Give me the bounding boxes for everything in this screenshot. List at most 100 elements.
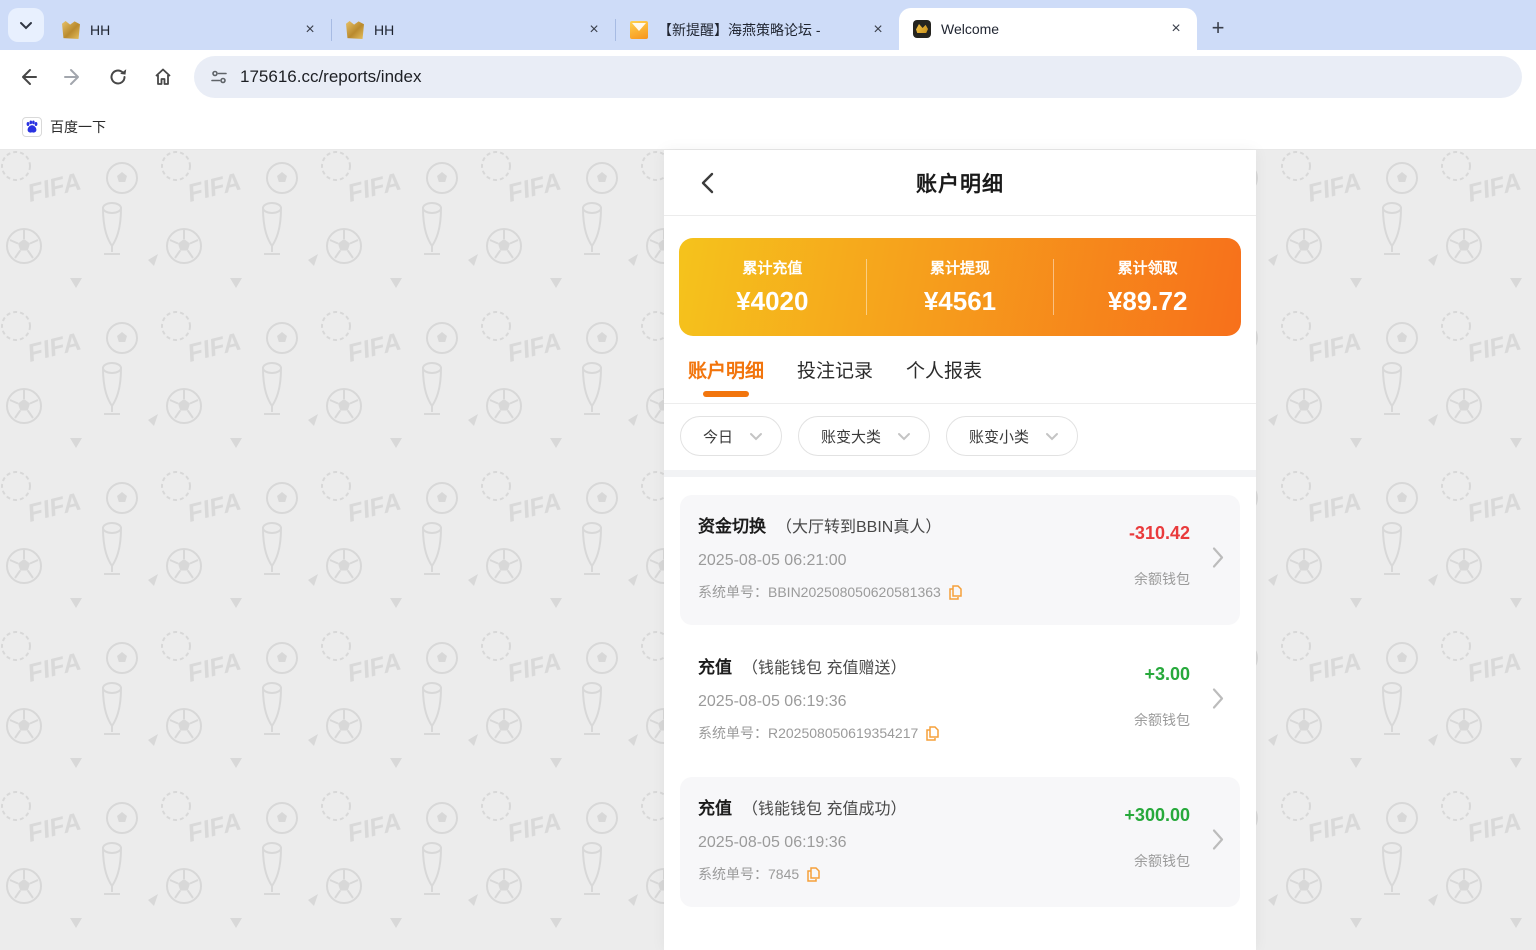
summary-label: 累计充值 bbox=[742, 257, 802, 278]
filter-label: 账变大类 bbox=[821, 426, 881, 447]
summary-value: ¥89.72 bbox=[1108, 286, 1188, 317]
section-divider bbox=[664, 470, 1256, 477]
browser-tab-3[interactable]: 【新提醒】海燕策略论坛 -× bbox=[616, 10, 899, 50]
tab-close-icon[interactable]: × bbox=[1165, 18, 1187, 40]
tab-label: 个人报表 bbox=[906, 356, 982, 383]
tab-close-icon[interactable]: × bbox=[299, 19, 321, 41]
chevron-down-icon bbox=[749, 432, 763, 441]
emblem-favicon-icon bbox=[913, 20, 931, 38]
summary-card: 累计充值 ¥4020 累计提现 ¥4561 累计领取 ¥89.72 bbox=[679, 238, 1241, 336]
browser-tab-strip: HH×HH×【新提醒】海燕策略论坛 -×Welcome×+ bbox=[0, 0, 1536, 50]
txn-wallet: 余额钱包 bbox=[1129, 569, 1190, 589]
chevron-left-icon bbox=[701, 172, 714, 194]
txn-order-label: 系统单号： bbox=[698, 723, 768, 743]
url-text: 175616.cc/reports/index bbox=[240, 67, 421, 87]
tab-close-icon[interactable]: × bbox=[867, 19, 889, 41]
txn-amount-block: -310.42 余额钱包 bbox=[1129, 523, 1190, 589]
summary-value: ¥4561 bbox=[924, 286, 996, 317]
browser-tab-1[interactable]: HH× bbox=[48, 10, 331, 50]
browser-tab-4[interactable]: Welcome× bbox=[899, 8, 1197, 50]
home-button[interactable] bbox=[146, 60, 180, 94]
txn-detail: （钱能钱包 充值成功） bbox=[742, 801, 906, 818]
bookmark-label: 百度一下 bbox=[50, 117, 106, 137]
tab-close-icon[interactable]: × bbox=[583, 19, 605, 41]
chevron-down-icon bbox=[897, 432, 911, 441]
reload-icon bbox=[108, 67, 128, 87]
tab-个人报表[interactable]: 个人报表 bbox=[906, 356, 982, 395]
txn-detail: （大厅转到BBIN真人） bbox=[776, 519, 941, 536]
gold-favicon-icon bbox=[346, 21, 364, 39]
forward-button[interactable] bbox=[56, 60, 90, 94]
txn-order-label: 系统单号： bbox=[698, 582, 768, 602]
txn-type: 充值 bbox=[698, 653, 732, 678]
filter-dropdown-2[interactable]: 账变大类 bbox=[798, 416, 930, 456]
baidu-icon bbox=[22, 117, 42, 137]
tab-label: 账户明细 bbox=[688, 356, 764, 383]
txn-order-number: 7845 bbox=[768, 866, 799, 882]
txn-amount-block: +300.00 余额钱包 bbox=[1124, 805, 1190, 871]
page-title: 账户明细 bbox=[916, 168, 1004, 198]
panel-header: 账户明细 bbox=[664, 150, 1256, 216]
summary-value: ¥4020 bbox=[736, 286, 808, 317]
transaction-row[interactable]: 充值（钱能钱包 充值成功）2025-08-05 06:19:36系统单号：784… bbox=[680, 777, 1240, 907]
txn-order-label: 系统单号： bbox=[698, 864, 768, 884]
browser-toolbar: 175616.cc/reports/index bbox=[0, 50, 1536, 104]
filter-dropdown-3[interactable]: 账变小类 bbox=[946, 416, 1078, 456]
copy-icon[interactable] bbox=[807, 867, 820, 882]
summary-label: 累计领取 bbox=[1118, 257, 1178, 278]
chevron-right-icon[interactable] bbox=[1212, 547, 1224, 574]
back-button[interactable] bbox=[11, 60, 45, 94]
transaction-row[interactable]: 充值（钱能钱包 充值赠送）2025-08-05 06:19:36系统单号：R20… bbox=[680, 636, 1240, 766]
tab-search-button[interactable] bbox=[8, 8, 44, 42]
home-icon bbox=[153, 67, 173, 87]
back-icon bbox=[18, 67, 38, 87]
txn-type: 资金切换 bbox=[698, 512, 766, 537]
txn-amount-block: +3.00 余额钱包 bbox=[1134, 664, 1190, 730]
new-tab-button[interactable]: + bbox=[1203, 13, 1233, 43]
bookmark-baidu[interactable]: 百度一下 bbox=[14, 112, 114, 142]
filter-label: 账变小类 bbox=[969, 426, 1029, 447]
tab-title: HH bbox=[374, 22, 583, 38]
tab-title: 【新提醒】海燕策略论坛 - bbox=[658, 20, 867, 40]
filter-dropdown-1[interactable]: 今日 bbox=[680, 416, 782, 456]
tabs-area: HH×HH×【新提醒】海燕策略论坛 -×Welcome×+ bbox=[48, 0, 1536, 50]
gold-favicon-icon bbox=[62, 21, 80, 39]
transaction-list: 资金切换（大厅转到BBIN真人）2025-08-05 06:21:00系统单号：… bbox=[664, 477, 1256, 907]
back-nav-button[interactable] bbox=[692, 168, 722, 198]
tab-title: HH bbox=[90, 22, 299, 38]
tab-账户明细[interactable]: 账户明细 bbox=[688, 356, 764, 403]
txn-amount: +3.00 bbox=[1134, 664, 1190, 685]
txn-type: 充值 bbox=[698, 794, 732, 819]
txn-amount: +300.00 bbox=[1124, 805, 1190, 826]
chevron-right-icon[interactable] bbox=[1212, 688, 1224, 715]
chevron-down-icon bbox=[19, 21, 33, 30]
summary-label: 累计提现 bbox=[930, 257, 990, 278]
transaction-row[interactable]: 资金切换（大厅转到BBIN真人）2025-08-05 06:21:00系统单号：… bbox=[680, 495, 1240, 625]
filter-label: 今日 bbox=[703, 426, 733, 447]
active-tab-underline bbox=[703, 391, 749, 397]
account-detail-panel: 账户明细 累计充值¥4020累计提现¥4561累计领取¥89.72 账户明细投注… bbox=[664, 150, 1256, 950]
chevron-down-icon bbox=[1045, 432, 1059, 441]
summary-col-2: 累计提现 ¥4561 bbox=[867, 257, 1054, 317]
txn-amount: -310.42 bbox=[1129, 523, 1190, 544]
summary-col-3: 累计领取 ¥89.72 bbox=[1054, 257, 1241, 317]
page-viewport: FIFA 账户明细 累计充值¥4020累计提现¥4561累计领取¥89.72 账… bbox=[0, 150, 1536, 950]
tab-投注记录[interactable]: 投注记录 bbox=[797, 356, 873, 395]
url-address-bar[interactable]: 175616.cc/reports/index bbox=[194, 56, 1522, 98]
summary-col-1: 累计充值 ¥4020 bbox=[679, 257, 866, 317]
report-tabs: 账户明细 投注记录 个人报表 bbox=[664, 336, 1256, 404]
site-settings-icon[interactable] bbox=[210, 68, 228, 86]
txn-wallet: 余额钱包 bbox=[1124, 851, 1190, 871]
mail-favicon-icon bbox=[630, 21, 648, 39]
browser-tab-2[interactable]: HH× bbox=[332, 10, 615, 50]
txn-order-number: R202508050619354217 bbox=[768, 725, 918, 741]
tab-title: Welcome bbox=[941, 21, 1165, 37]
forward-icon bbox=[63, 67, 83, 87]
copy-icon[interactable] bbox=[926, 726, 939, 741]
filter-row: 今日 账变大类 账变小类 bbox=[664, 404, 1256, 470]
txn-wallet: 余额钱包 bbox=[1134, 710, 1190, 730]
txn-detail: （钱能钱包 充值赠送） bbox=[742, 660, 906, 677]
chevron-right-icon[interactable] bbox=[1212, 829, 1224, 856]
reload-button[interactable] bbox=[101, 60, 135, 94]
copy-icon[interactable] bbox=[949, 585, 962, 600]
